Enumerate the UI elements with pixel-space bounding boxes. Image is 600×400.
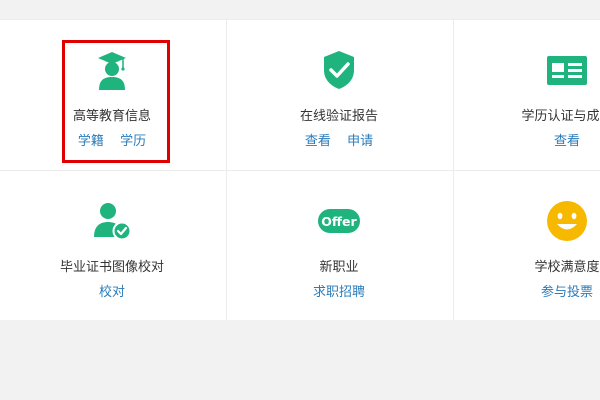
user-check-icon — [94, 203, 132, 241]
service-title: 在线验证报告 — [299, 109, 378, 124]
service-certification-and-grades: 学历认证与成绩 查看 — [457, 20, 600, 170]
smiley-icon — [547, 201, 587, 241]
service-new-career: Offer 新职业 求职招聘 — [229, 171, 449, 321]
highlight-box — [62, 40, 170, 163]
service-title: 学历认证与成绩 — [521, 109, 600, 124]
link-view-certification[interactable]: 查看 — [554, 134, 580, 149]
link-proofread[interactable]: 校对 — [99, 285, 125, 300]
link-vote[interactable]: 参与投票 — [541, 285, 593, 300]
service-diploma-image-proofread: 毕业证书图像校对 校对 — [2, 171, 222, 321]
link-apply-report[interactable]: 申请 — [347, 134, 373, 149]
service-title: 新职业 — [319, 260, 359, 275]
link-job-search[interactable]: 求职招聘 — [313, 285, 365, 300]
service-title: 学校满意度 — [534, 260, 600, 275]
id-card-icon — [547, 56, 587, 85]
service-title: 毕业证书图像校对 — [59, 260, 164, 275]
offer-badge-icon: Offer — [318, 209, 360, 233]
offer-badge-text: Offer — [321, 214, 357, 229]
service-school-satisfaction: 学校满意度 参与投票 — [457, 171, 600, 321]
service-online-verification-report: 在线验证报告 查看 申请 — [229, 20, 449, 170]
shield-check-icon — [324, 51, 354, 89]
link-view-report[interactable]: 查看 — [305, 134, 331, 149]
